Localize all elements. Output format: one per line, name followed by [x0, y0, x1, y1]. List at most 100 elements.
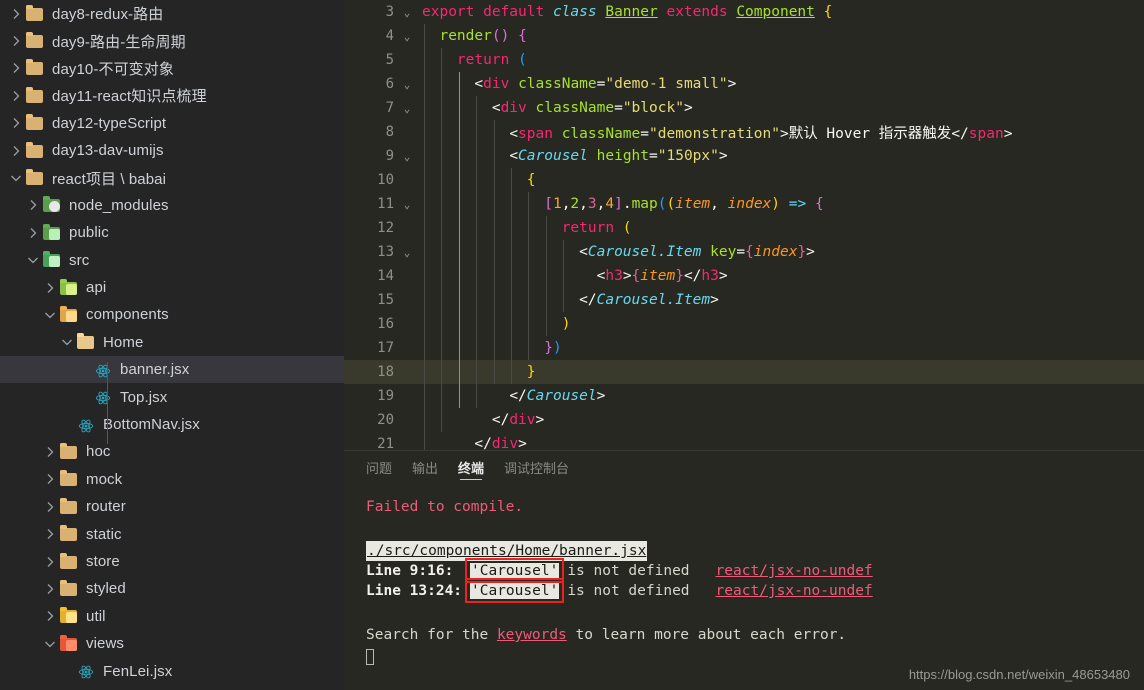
error-row: Line 9:16:'Carousel'is not definedreact/…	[366, 561, 1144, 581]
fold-chevron-down-icon[interactable]: ⌄	[396, 78, 418, 91]
code-token: <	[509, 148, 518, 164]
chevron-right-icon[interactable]	[42, 499, 59, 515]
tree-item-top-jsx[interactable]: Top.jsx	[0, 383, 344, 410]
code-line-18[interactable]: 18⌄ }	[344, 360, 1144, 384]
tree-item-day11-react[interactable]: day11-react知识点梳理	[0, 82, 344, 109]
tree-item-day13-dav-umijs[interactable]: day13-dav-umijs	[0, 137, 344, 164]
tree-item-fenlei-jsx[interactable]: FenLei.jsx	[0, 657, 344, 684]
code-line-8[interactable]: 8⌄ <span className="demonstration">默认 Ho…	[344, 120, 1144, 144]
explorer-file-tree[interactable]: day8-redux-路由day9-路由-生命周期 day10-不可变对象 day1…	[0, 0, 344, 690]
code-line-9[interactable]: 9⌄ <Carousel height="150px">	[344, 144, 1144, 168]
tree-item-day12-typescript[interactable]: day12-typeScript	[0, 110, 344, 137]
folder-glyph	[60, 610, 77, 623]
code-line-11[interactable]: 11⌄ [1,2,3,4].map((item, index) => {	[344, 192, 1144, 216]
tree-item-public[interactable]: public	[0, 219, 344, 246]
tree-item-mock[interactable]: mock	[0, 466, 344, 493]
chevron-right-icon[interactable]	[25, 197, 42, 213]
tree-item-util[interactable]: util	[0, 603, 344, 630]
chevron-down-icon[interactable]	[25, 252, 42, 268]
tree-item-styled[interactable]: styled	[0, 575, 344, 602]
terminal-output[interactable]: Failed to compile. ./src/components/Home…	[344, 483, 1144, 668]
code-text: <h3>{item}</h3>	[418, 268, 1144, 284]
folder-icon	[59, 470, 79, 488]
line-number: 6	[344, 76, 396, 92]
tree-item-label: static	[86, 526, 122, 543]
chevron-right-icon[interactable]	[25, 225, 42, 241]
tree-item-banner-jsx[interactable]: banner.jsx	[0, 356, 344, 383]
code-line-19[interactable]: 19⌄ </Carousel>	[344, 384, 1144, 408]
error-rule-link[interactable]: react/jsx-no-undef	[716, 581, 873, 601]
code-line-17[interactable]: 17⌄ })	[344, 336, 1144, 360]
chevron-down-icon[interactable]	[59, 334, 76, 350]
code-line-14[interactable]: 14⌄ <h3>{item}</h3>	[344, 264, 1144, 288]
chevron-right-icon[interactable]	[42, 608, 59, 624]
tree-item-react-babai[interactable]: react项目 \ babai	[0, 164, 344, 191]
chevron-down-icon[interactable]	[42, 307, 59, 323]
error-rule-link[interactable]: react/jsx-no-undef	[716, 561, 873, 581]
chevron-right-icon[interactable]	[8, 6, 25, 22]
code-line-21[interactable]: 21⌄ </div>	[344, 432, 1144, 450]
code-line-4[interactable]: 4⌄ render() {	[344, 24, 1144, 48]
chevron-right-icon[interactable]	[42, 581, 59, 597]
panel-tab-3[interactable]: 调试控制台	[504, 451, 569, 483]
panel-tab-2[interactable]: 终端	[458, 451, 484, 483]
folder-glyph	[26, 62, 43, 75]
tree-item-router[interactable]: router	[0, 493, 344, 520]
code-token: =	[736, 244, 745, 260]
chevron-right-icon[interactable]	[8, 115, 25, 131]
code-line-13[interactable]: 13⌄ <Carousel.Item key={index}>	[344, 240, 1144, 264]
fold-chevron-down-icon[interactable]: ⌄	[396, 6, 418, 19]
keywords-link[interactable]: keywords	[497, 627, 567, 643]
panel-tab-bar[interactable]: 问题输出终端调试控制台	[344, 451, 1144, 483]
chevron-right-icon[interactable]	[8, 33, 25, 49]
chevron-right-icon[interactable]	[8, 60, 25, 76]
chevron-right-icon[interactable]	[42, 471, 59, 487]
code-line-5[interactable]: 5⌄ return (	[344, 48, 1144, 72]
tree-item-home[interactable]: Home	[0, 329, 344, 356]
fold-chevron-down-icon[interactable]: ⌄	[396, 198, 418, 211]
code-line-12[interactable]: 12⌄ return (	[344, 216, 1144, 240]
chevron-right-icon[interactable]	[42, 554, 59, 570]
tree-item-static[interactable]: static	[0, 520, 344, 547]
tree-item-label: BottomNav.jsx	[103, 416, 200, 433]
code-token: className	[518, 76, 597, 92]
code-line-15[interactable]: 15⌄ </Carousel.Item>	[344, 288, 1144, 312]
fold-chevron-down-icon[interactable]: ⌄	[396, 30, 418, 43]
code-line-7[interactable]: 7⌄ <div className="block">	[344, 96, 1144, 120]
tree-item-components[interactable]: components	[0, 301, 344, 328]
chevron-right-icon[interactable]	[42, 280, 59, 296]
tree-item-label: day10-不可变对象	[52, 58, 174, 79]
code-line-6[interactable]: 6⌄ <div className="demo-1 small">	[344, 72, 1144, 96]
chevron-down-icon[interactable]	[8, 170, 25, 186]
chevron-right-icon[interactable]	[8, 143, 25, 159]
fold-chevron-down-icon[interactable]: ⌄	[396, 150, 418, 163]
chevron-right-icon[interactable]	[42, 526, 59, 542]
code-line-3[interactable]: 3⌄export default class Banner extends Co…	[344, 0, 1144, 24]
tree-item-views[interactable]: views	[0, 630, 344, 657]
fold-chevron-down-icon[interactable]: ⌄	[396, 246, 418, 259]
fold-chevron-down-icon[interactable]: ⌄	[396, 102, 418, 115]
tree-item-node-modules[interactable]: node_modules	[0, 192, 344, 219]
code-line-20[interactable]: 20⌄ </div>	[344, 408, 1144, 432]
code-token: >	[719, 148, 728, 164]
tree-item-src[interactable]: src	[0, 247, 344, 274]
chevron-down-icon[interactable]	[42, 636, 59, 652]
code-line-16[interactable]: 16⌄ )	[344, 312, 1144, 336]
code-line-10[interactable]: 10⌄ {	[344, 168, 1144, 192]
tree-item-bottomnav-jsx[interactable]: BottomNav.jsx	[0, 411, 344, 438]
tree-item-day8-redux[interactable]: day8-redux-路由	[0, 0, 344, 27]
panel-tab-0[interactable]: 问题	[366, 451, 392, 483]
code-token: render	[439, 28, 491, 44]
folder-icon	[76, 333, 96, 351]
tree-item-label: Home	[103, 334, 143, 351]
tree-item-hoc[interactable]: hoc	[0, 438, 344, 465]
chevron-right-icon[interactable]	[8, 88, 25, 104]
tree-item-day10[interactable]: day10-不可变对象	[0, 55, 344, 82]
code-editor[interactable]: 3⌄export default class Banner extends Co…	[344, 0, 1144, 450]
tree-item-store[interactable]: store	[0, 548, 344, 575]
chevron-right-icon[interactable]	[42, 444, 59, 460]
tree-item-api[interactable]: api	[0, 274, 344, 301]
tree-item-day9[interactable]: day9-路由-生命周期	[0, 27, 344, 54]
code-token: index	[754, 244, 798, 260]
panel-tab-1[interactable]: 输出	[412, 451, 438, 483]
